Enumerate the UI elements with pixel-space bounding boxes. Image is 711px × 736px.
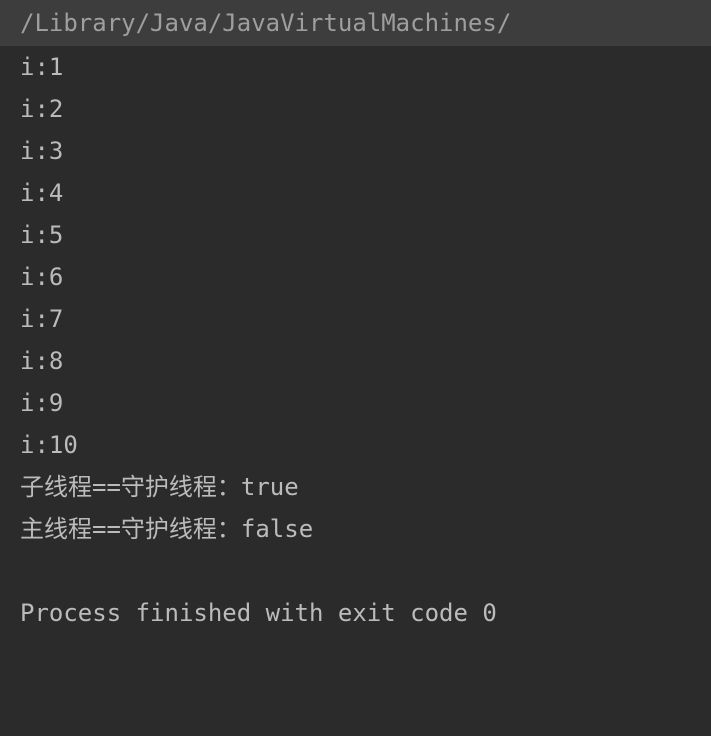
output-line: 子线程==守护线程：true xyxy=(0,466,711,508)
java-path: /Library/Java/JavaVirtualMachines/ xyxy=(0,0,711,46)
output-line: i:4 xyxy=(0,172,711,214)
output-line: i:10 xyxy=(0,424,711,466)
output-line: i:8 xyxy=(0,340,711,382)
output-line: i:2 xyxy=(0,88,711,130)
output-line: i:3 xyxy=(0,130,711,172)
blank-line xyxy=(0,550,711,592)
exit-message: Process finished with exit code 0 xyxy=(0,592,711,634)
console-output: /Library/Java/JavaVirtualMachines/ i:1 i… xyxy=(0,0,711,634)
output-line: i:7 xyxy=(0,298,711,340)
output-line: i:6 xyxy=(0,256,711,298)
output-line: i:9 xyxy=(0,382,711,424)
output-line: 主线程==守护线程：false xyxy=(0,508,711,550)
output-line: i:1 xyxy=(0,46,711,88)
output-line: i:5 xyxy=(0,214,711,256)
